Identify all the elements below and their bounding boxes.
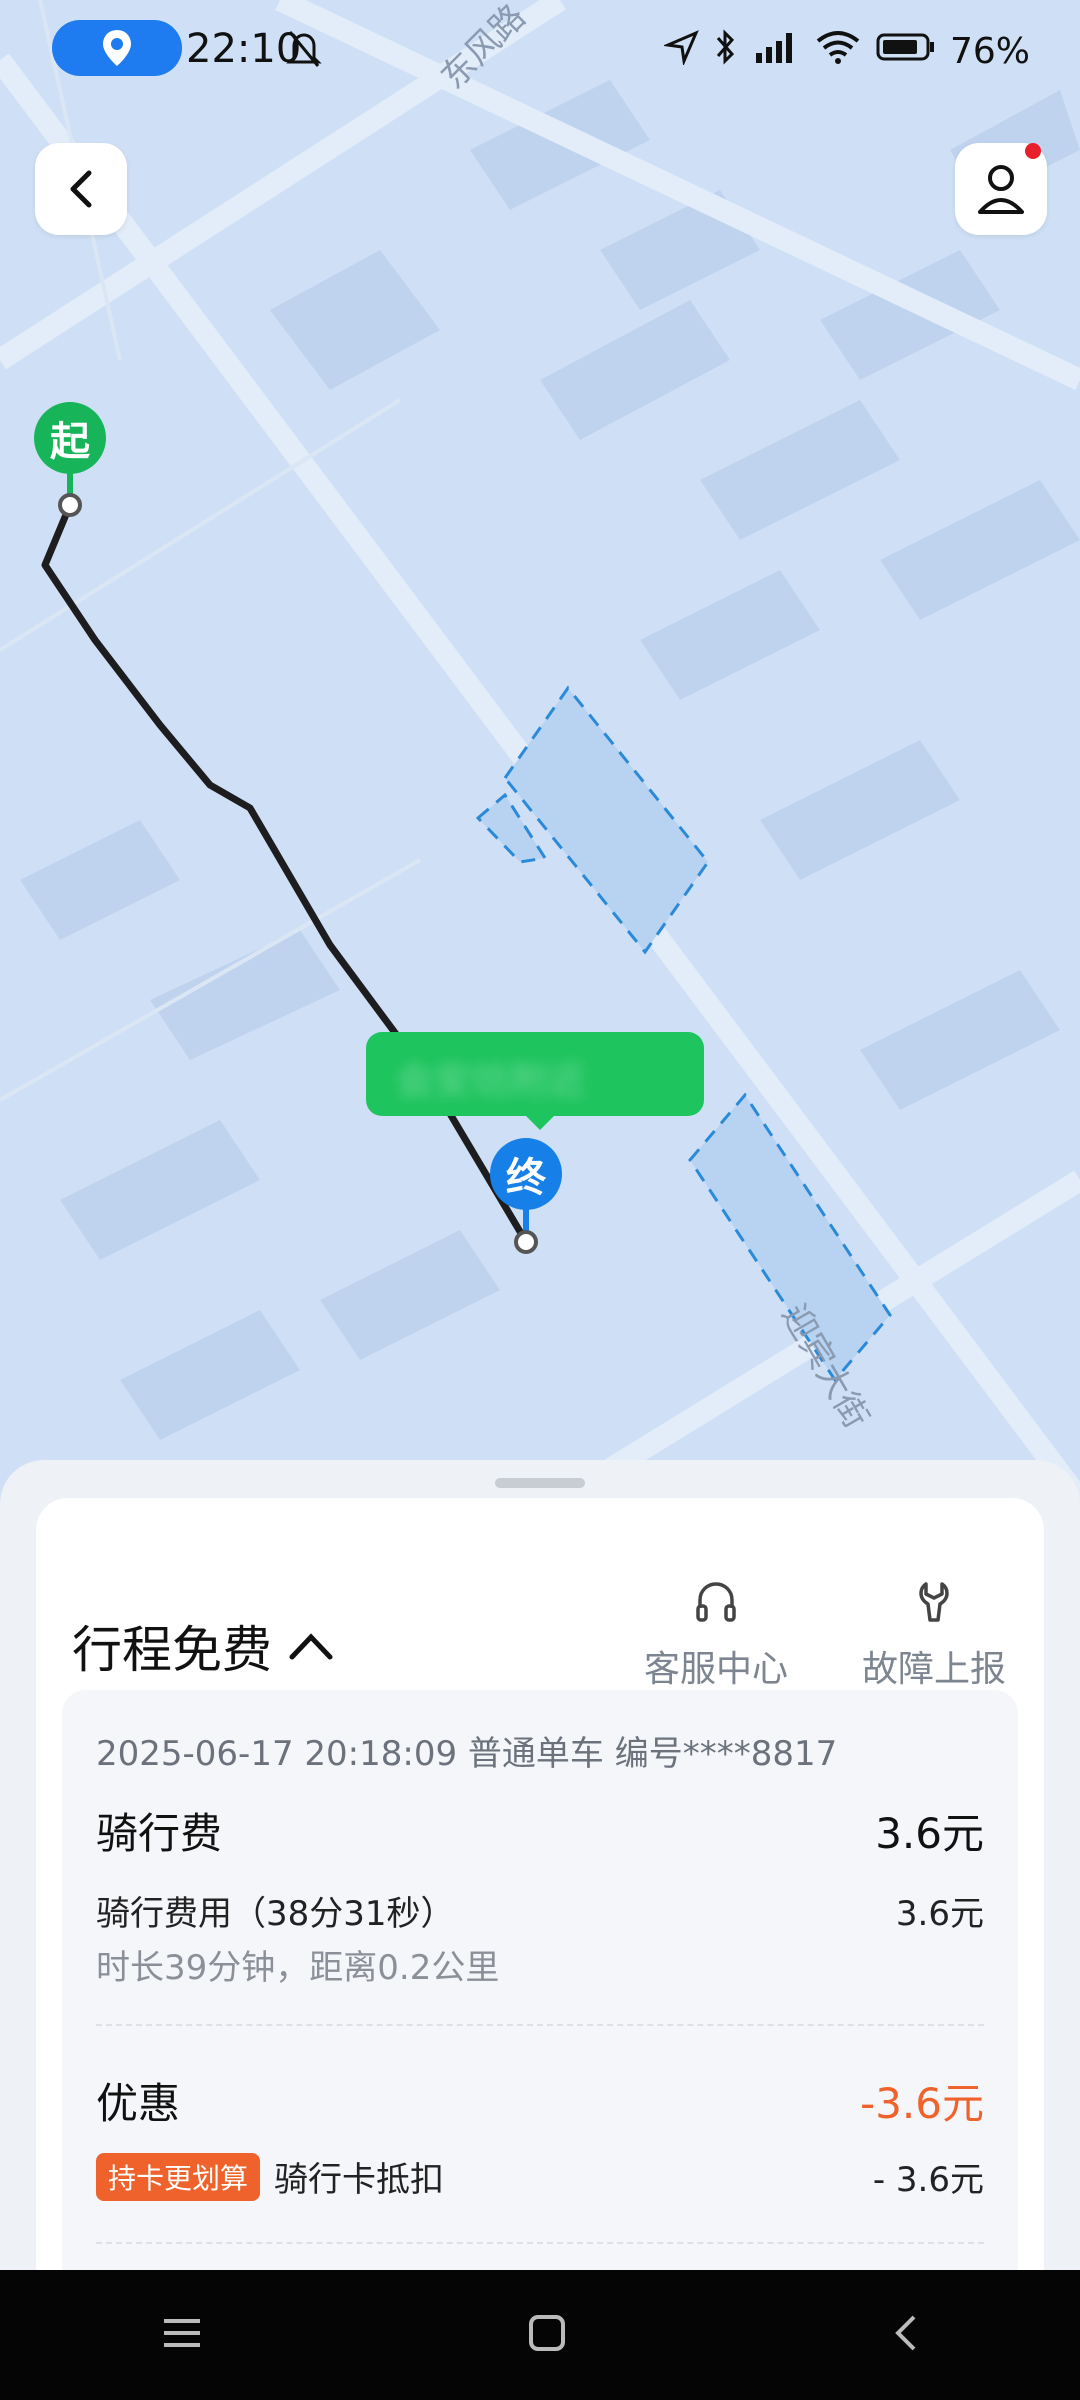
divider [96, 2242, 984, 2244]
fault-report-button[interactable]: 故障上报 [834, 1578, 1034, 1692]
trip-title: 行程免费 [72, 1621, 272, 1679]
card-promo-tag[interactable]: 持卡更划算 [96, 2152, 261, 2201]
discount-row: 优惠 -3.6元 [96, 2070, 984, 2131]
map-view[interactable] [0, 0, 1080, 1500]
riding-fee-label: 骑行费 [96, 1809, 223, 1858]
navigation-icon [662, 29, 700, 74]
riding-fee-row: 骑行费 3.6元 [96, 1800, 984, 1861]
card-deduct-label: 骑行卡抵扣 [274, 2160, 445, 2200]
card-deduct-value: - 3.6元 [872, 2160, 984, 2200]
duration-distance-row: 时长39分钟，距离0.2公里 [96, 1940, 984, 1989]
discount-value: -3.6元 [860, 2079, 984, 2128]
trip-card: 行程免费 客服中心 故障上报 2025-06-17 20:18:09 普通单车 … [36, 1498, 1044, 2310]
divider [96, 2024, 984, 2026]
trip-detail-sheet: 行程免费 客服中心 故障上报 2025-06-17 20:18:09 普通单车 … [0, 1460, 1080, 2310]
end-location-bubble[interactable]: 会安坊附近 [366, 1032, 704, 1130]
end-marker[interactable]: 终 [490, 1138, 562, 1210]
end-location-text: 会安坊附近 [396, 1059, 587, 1103]
user-icon [978, 165, 1024, 214]
signal-icon [752, 29, 800, 74]
bluetooth-icon [714, 28, 738, 75]
status-bar: 22:10 76% [0, 0, 1080, 100]
bell-off-icon [284, 28, 324, 79]
battery-percent: 76% [949, 31, 1030, 72]
home-icon[interactable] [525, 2311, 569, 2359]
sheet-drag-handle[interactable] [495, 1478, 585, 1488]
location-pill-icon [52, 20, 182, 76]
trip-title-toggle[interactable]: 行程免费 [72, 1610, 334, 1682]
headset-icon [696, 1582, 736, 1622]
notification-dot [1025, 143, 1041, 159]
customer-service-label: 客服中心 [643, 1649, 788, 1690]
chevron-up-icon [289, 1633, 333, 1660]
back-nav-icon[interactable] [890, 2311, 920, 2359]
riding-cost-label: 骑行费用（38分31秒） [96, 1894, 455, 1934]
fee-detail-panel: 2025-06-17 20:18:09 普通单车 编号****8817 骑行费 … [62, 1690, 1018, 2310]
battery-icon [876, 31, 936, 72]
wifi-icon [814, 29, 862, 74]
riding-fee-value: 3.6元 [875, 1809, 984, 1858]
riding-cost-row: 骑行费用（38分31秒） 3.6元 [96, 1886, 984, 1935]
system-nav-bar [0, 2270, 1080, 2400]
menu-icon[interactable] [160, 2313, 204, 2357]
start-marker[interactable]: 起 [34, 402, 106, 474]
back-button[interactable] [35, 143, 127, 235]
wrench-icon [919, 1582, 949, 1622]
card-deduct-row[interactable]: 持卡更划算 骑行卡抵扣 - 3.6元 [96, 2152, 984, 2201]
fault-report-label: 故障上报 [861, 1649, 1006, 1690]
discount-label: 优惠 [96, 2079, 181, 2128]
trip-meta-text: 2025-06-17 20:18:09 普通单车 编号****8817 [96, 1734, 838, 1774]
trip-meta: 2025-06-17 20:18:09 普通单车 编号****8817 [96, 1726, 984, 1775]
profile-button[interactable] [955, 143, 1047, 235]
riding-cost-value: 3.6元 [895, 1894, 984, 1934]
duration-distance: 时长39分钟，距离0.2公里 [96, 1948, 500, 1988]
chevron-left-icon [70, 170, 92, 208]
customer-service-button[interactable]: 客服中心 [616, 1578, 816, 1692]
